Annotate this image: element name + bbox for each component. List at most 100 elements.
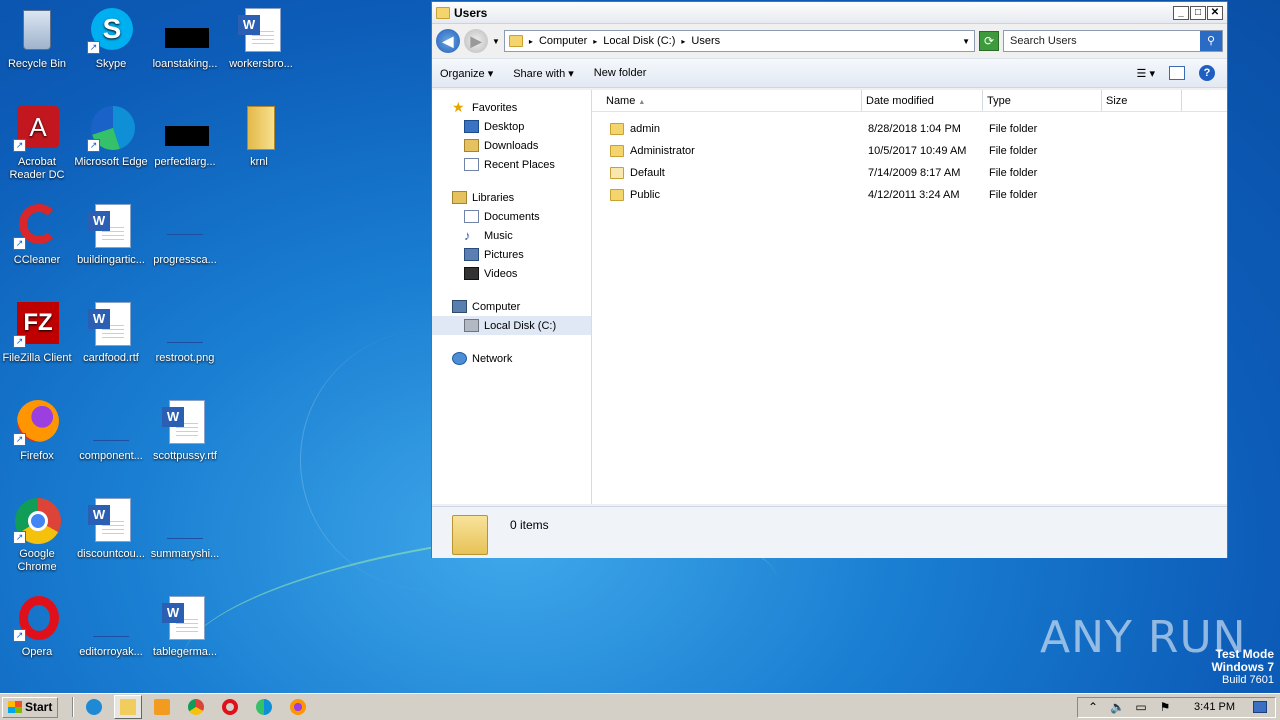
view-options-icon[interactable]: ☰ ▾ — [1137, 67, 1155, 80]
desktop-icon-summaryshi[interactable]: summaryshi... — [148, 496, 222, 561]
desktop-icon-discountcou[interactable]: W discountcou... — [74, 496, 148, 561]
preview-pane-icon[interactable] — [1169, 66, 1185, 80]
minimize-button[interactable]: _ — [1173, 5, 1189, 20]
desktop-icon-tablegerma[interactable]: W tablegerma... — [148, 594, 222, 659]
column-header-size[interactable]: Size — [1102, 90, 1182, 111]
taskbar-opera[interactable] — [216, 695, 244, 719]
nav-downloads[interactable]: Downloads — [432, 136, 591, 155]
title-bar[interactable]: Users _ □ ✕ — [432, 2, 1227, 24]
desktop-icon-restroot[interactable]: restroot.png — [148, 300, 222, 365]
blank-file-icon — [161, 496, 209, 544]
nav-favorites[interactable]: ★ Favorites — [432, 98, 591, 117]
action-center-flag-icon[interactable]: ⚑ — [1158, 700, 1172, 714]
clock[interactable]: 3:41 PM — [1194, 701, 1235, 713]
image-file-icon — [161, 300, 209, 348]
desktop-icon-chrome[interactable]: ↗ Google Chrome — [0, 496, 74, 574]
nav-videos[interactable]: Videos — [432, 264, 591, 283]
chrome-icon — [188, 699, 205, 715]
chevron-right-icon[interactable]: ▸ — [593, 37, 597, 46]
desktop-icon-component[interactable]: component... — [74, 398, 148, 463]
nav-recent-places[interactable]: Recent Places — [432, 155, 591, 174]
taskbar-firefox[interactable] — [284, 695, 312, 719]
nav-computer[interactable]: Computer — [432, 297, 591, 316]
desktop-icon-krnl[interactable]: krnl — [222, 104, 296, 169]
table-row[interactable]: Public 4/12/2011 3:24 AM File folder — [592, 184, 1227, 206]
desktop-icon-skype[interactable]: S ↗ Skype — [74, 6, 148, 71]
taskbar-internet-explorer[interactable] — [80, 695, 108, 719]
nav-local-disk[interactable]: Local Disk (C:) — [432, 316, 591, 335]
acrobat-icon: A ↗ — [13, 104, 61, 152]
star-icon: ★ — [452, 99, 465, 115]
desktop-icon-cardfood[interactable]: W cardfood.rtf — [74, 300, 148, 365]
blank-file-icon — [87, 398, 135, 446]
table-row[interactable]: admin 8/28/2018 1:04 PM File folder — [592, 118, 1227, 140]
desktop-icon-ccleaner[interactable]: ↗ CCleaner — [0, 202, 74, 267]
desktop-icon-perfectlarg[interactable]: perfectlarg... — [148, 104, 222, 169]
word-document-icon: W — [87, 496, 135, 544]
nav-documents[interactable]: Documents — [432, 207, 591, 226]
desktop-icon-editorroyak[interactable]: editorroyak... — [74, 594, 148, 659]
desktop-icon-firefox[interactable]: ↗ Firefox — [0, 398, 74, 463]
column-header-date[interactable]: Date modified — [862, 90, 983, 111]
search-icon[interactable]: ⚲ — [1200, 31, 1222, 51]
network-tray-icon[interactable]: ▭ — [1134, 700, 1148, 714]
table-row[interactable]: Administrator 10/5/2017 10:49 AM File fo… — [592, 140, 1227, 162]
desktop-icon — [464, 120, 479, 133]
forward-button[interactable]: ▶ — [464, 29, 488, 53]
breadcrumb-computer[interactable]: Computer — [539, 35, 587, 47]
desktop-icon-filezilla[interactable]: FZ ↗ FileZilla Client — [0, 300, 74, 365]
breadcrumb-users[interactable]: Users — [691, 35, 720, 47]
organize-button[interactable]: Organize ▾ — [440, 67, 493, 80]
chevron-right-icon[interactable]: ▸ — [529, 37, 533, 46]
show-hidden-icons-icon[interactable]: ⌃ — [1086, 700, 1100, 714]
help-icon[interactable]: ? — [1199, 65, 1215, 81]
column-headers: Name ▲ Date modified Type Size — [592, 90, 1227, 112]
volume-icon[interactable]: 🔈 — [1110, 700, 1125, 714]
drive-icon — [464, 319, 479, 332]
search-input[interactable]: Search Users ⚲ — [1003, 30, 1223, 52]
black-thumbnail-icon — [161, 104, 209, 152]
chevron-right-icon[interactable]: ▸ — [681, 37, 685, 46]
recent-pages-chevron-icon[interactable]: ▼ — [492, 37, 500, 46]
blank-file-icon — [87, 594, 135, 642]
nav-pictures[interactable]: Pictures — [432, 245, 591, 264]
share-with-button[interactable]: Share with ▾ — [513, 67, 574, 80]
address-bar[interactable]: ▸ Computer ▸ Local Disk (C:) ▸ Users ▼ — [503, 30, 975, 52]
skype-icon: S ↗ — [87, 6, 135, 54]
nav-libraries[interactable]: Libraries — [432, 188, 591, 207]
desktop-icon-recycle-bin[interactable]: Recycle Bin — [0, 6, 74, 71]
nav-desktop[interactable]: Desktop — [432, 117, 591, 136]
details-pane: 0 items — [432, 506, 1227, 558]
taskbar-edge[interactable] — [250, 695, 278, 719]
chrome-icon: ↗ — [13, 496, 61, 544]
close-button[interactable]: ✕ — [1207, 5, 1223, 20]
maximize-button[interactable]: □ — [1190, 5, 1206, 20]
show-desktop-icon[interactable] — [1253, 701, 1267, 713]
videos-icon — [464, 267, 479, 280]
desktop-icon-opera[interactable]: ↗ Opera — [0, 594, 74, 659]
music-icon: ♪ — [464, 228, 471, 243]
new-folder-button[interactable]: New folder — [594, 67, 647, 79]
desktop-icon-edge[interactable]: ↗ Microsoft Edge — [74, 104, 148, 169]
refresh-button[interactable]: ⟳ — [979, 31, 999, 51]
desktop-icon-progressca[interactable]: progressca... — [148, 202, 222, 267]
nav-network[interactable]: Network — [432, 349, 591, 368]
start-button[interactable]: Start — [2, 696, 59, 718]
nav-music[interactable]: ♪ Music — [432, 226, 591, 245]
taskbar-explorer[interactable] — [114, 695, 143, 719]
taskbar-media-player[interactable] — [148, 695, 176, 719]
desktop-icon-buildingartic[interactable]: W buildingartic... — [74, 202, 148, 267]
breadcrumb-local-disk[interactable]: Local Disk (C:) — [603, 35, 675, 47]
table-row[interactable]: Default 7/14/2009 8:17 AM File folder — [592, 162, 1227, 184]
folder-icon — [610, 167, 624, 179]
downloads-icon — [464, 139, 479, 152]
desktop-icon-loanstaking[interactable]: loanstaking... — [148, 6, 222, 71]
back-button[interactable]: ◀ — [436, 29, 460, 53]
address-dropdown-icon[interactable]: ▼ — [962, 37, 970, 46]
desktop-icon-acrobat[interactable]: A ↗ Acrobat Reader DC — [0, 104, 74, 182]
column-header-type[interactable]: Type — [983, 90, 1102, 111]
desktop-icon-workersbro[interactable]: W workersbro... — [224, 6, 298, 71]
desktop-icon-scottpussy[interactable]: W scottpussy.rtf — [148, 398, 222, 463]
taskbar-chrome[interactable] — [182, 695, 210, 719]
column-header-name[interactable]: Name ▲ — [592, 90, 862, 111]
